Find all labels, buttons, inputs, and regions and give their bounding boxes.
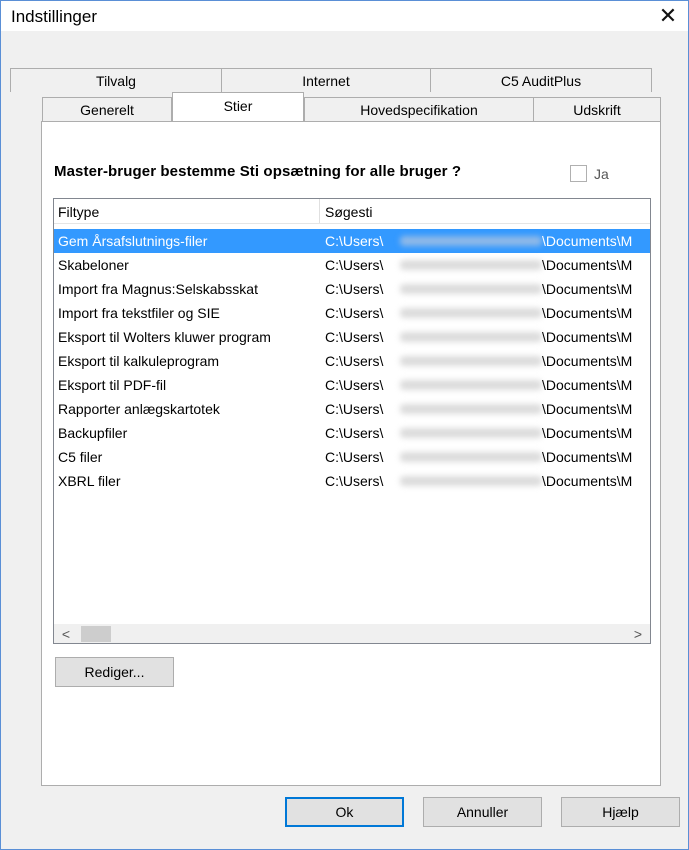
column-divider[interactable] bbox=[319, 199, 320, 223]
path-start-cell: C:\Users\ bbox=[325, 425, 384, 441]
tab-tilvalg[interactable]: Tilvalg bbox=[10, 68, 222, 92]
horizontal-scrollbar[interactable]: < > bbox=[54, 624, 650, 643]
filetype-cell: Gem Årsafslutnings-filer bbox=[58, 233, 208, 249]
filetype-cell: XBRL filer bbox=[58, 473, 121, 489]
filetype-cell: Import fra Magnus:Selskabsskat bbox=[58, 281, 258, 297]
path-end-cell: \Documents\M bbox=[542, 425, 633, 441]
list-item[interactable]: Import fra tekstfiler og SIE C:\Users\ \Do… bbox=[54, 301, 650, 325]
list-item[interactable]: Backupfiler C:\Users\ \Documents\M bbox=[54, 421, 650, 445]
redacted-username bbox=[400, 428, 542, 438]
path-end-cell: \Documents\M bbox=[542, 473, 633, 489]
help-button[interactable]: Hjælp bbox=[561, 797, 680, 827]
path-start-cell: C:\Users\ bbox=[325, 473, 384, 489]
filetype-cell: Import fra tekstfiler og SIE bbox=[58, 305, 220, 321]
filetype-cell: Eksport til PDF-fil bbox=[58, 377, 167, 393]
ja-checkbox-label[interactable]: Ja bbox=[594, 166, 609, 182]
tab-internet[interactable]: Internet bbox=[221, 68, 431, 92]
redacted-username bbox=[400, 308, 542, 318]
filetype-cell: Backupfiler bbox=[58, 425, 128, 441]
path-start-cell: C:\Users\ bbox=[325, 377, 384, 393]
tab-udskrift[interactable]: Udskrift bbox=[533, 97, 661, 121]
path-start-cell: C:\Users\ bbox=[325, 329, 384, 345]
filetype-cell: Skabeloner bbox=[58, 257, 129, 273]
list-item[interactable]: Eksport til kalkuleprogram C:\Users\ \Docu… bbox=[54, 349, 650, 373]
path-end-cell: \Documents\M bbox=[542, 401, 633, 417]
redacted-username bbox=[400, 404, 542, 414]
tab-label: Internet bbox=[302, 73, 350, 89]
path-start-cell: C:\Users\ bbox=[325, 449, 384, 465]
list-item[interactable]: Skabeloner C:\Users\ \Documents\M bbox=[54, 253, 650, 277]
filetype-cell: C5 filer bbox=[58, 449, 103, 465]
tab-label: C5 AuditPlus bbox=[500, 73, 582, 89]
filetype-cell: Eksport til kalkuleprogram bbox=[58, 353, 220, 369]
tab-row-back: Tilvalg Internet C5 AuditPlus bbox=[0, 68, 689, 92]
filetype-cell: Eksport til Wolters kluwer program bbox=[58, 329, 271, 345]
path-end-cell: \Documents\M bbox=[542, 353, 633, 369]
path-end-cell: \Documents\M bbox=[542, 329, 633, 345]
cancel-button[interactable]: Annuller bbox=[423, 797, 542, 827]
redacted-username bbox=[400, 452, 542, 462]
list-header: Filtype Søgesti bbox=[54, 199, 650, 224]
title-bar: Indstillinger ✕ bbox=[1, 1, 688, 31]
ja-checkbox[interactable] bbox=[570, 165, 587, 182]
path-start-cell: C:\Users\ bbox=[325, 281, 384, 297]
list-item[interactable]: Rapporter anlægskartotek C:\Users\ \Docume… bbox=[54, 397, 650, 421]
tab-label: Tilvalg bbox=[96, 73, 136, 89]
list-item[interactable]: Import fra Magnus:Selskabsskat C:\Users\ \… bbox=[54, 277, 650, 301]
path-start-cell: C:\Users\ bbox=[325, 257, 384, 273]
window-title: Indstillinger bbox=[11, 7, 97, 26]
tab-row-front: Generelt Stier Hovedspecifikation Udskri… bbox=[0, 92, 689, 121]
tab-label: Stier bbox=[223, 98, 253, 114]
scroll-right-icon[interactable]: > bbox=[628, 625, 648, 643]
tab-label: Udskrift bbox=[573, 102, 621, 118]
path-start-cell: C:\Users\ bbox=[325, 305, 384, 321]
redacted-username bbox=[400, 476, 542, 486]
tab-hovedspecifikation[interactable]: Hovedspecifikation bbox=[304, 97, 534, 121]
path-end-cell: \Documents\M bbox=[542, 233, 633, 249]
filetype-cell: Rapporter anlægskartotek bbox=[58, 401, 220, 417]
path-end-cell: \Documents\M bbox=[542, 449, 633, 465]
tab-c5-auditplus[interactable]: C5 AuditPlus bbox=[430, 68, 652, 92]
list-item[interactable]: Gem Årsafslutnings-filer C:\Users\ \Docume… bbox=[54, 229, 650, 253]
list-item[interactable]: Eksport til PDF-fil C:\Users\ \Documents\M bbox=[54, 373, 650, 397]
scroll-left-icon[interactable]: < bbox=[56, 625, 76, 643]
column-header-filtype[interactable]: Filtype bbox=[54, 199, 319, 223]
path-start-cell: C:\Users\ bbox=[325, 401, 384, 417]
tab-label: Generelt bbox=[80, 102, 134, 118]
path-end-cell: \Documents\M bbox=[542, 305, 633, 321]
paths-list[interactable]: Filtype Søgesti Gem Årsafslutnings-filer… bbox=[53, 198, 651, 644]
close-icon[interactable]: ✕ bbox=[654, 3, 682, 29]
redacted-username bbox=[400, 236, 542, 246]
path-end-cell: \Documents\M bbox=[542, 281, 633, 297]
list-item[interactable]: C5 filer C:\Users\ \Documents\M bbox=[54, 445, 650, 469]
redacted-username bbox=[400, 284, 542, 294]
ok-button[interactable]: Ok bbox=[285, 797, 404, 827]
edit-button[interactable]: Rediger... bbox=[55, 657, 174, 687]
master-user-question: Master-bruger bestemme Sti opsætning for… bbox=[54, 163, 462, 180]
redacted-username bbox=[400, 260, 542, 270]
column-header-soegesti[interactable]: Søgesti bbox=[321, 199, 650, 223]
scroll-thumb[interactable] bbox=[81, 626, 111, 642]
list-item[interactable]: Eksport til Wolters kluwer program C:\Use… bbox=[54, 325, 650, 349]
path-end-cell: \Documents\M bbox=[542, 377, 633, 393]
redacted-username bbox=[400, 332, 542, 342]
tab-label: Hovedspecifikation bbox=[360, 102, 478, 118]
tab-generelt[interactable]: Generelt bbox=[42, 97, 172, 121]
tab-stier[interactable]: Stier bbox=[172, 92, 304, 121]
path-start-cell: C:\Users\ bbox=[325, 233, 384, 249]
path-end-cell: \Documents\M bbox=[542, 257, 633, 273]
redacted-username bbox=[400, 380, 542, 390]
list-item[interactable]: XBRL filer C:\Users\ \Documents\M bbox=[54, 469, 650, 493]
path-start-cell: C:\Users\ bbox=[325, 353, 384, 369]
redacted-username bbox=[400, 356, 542, 366]
